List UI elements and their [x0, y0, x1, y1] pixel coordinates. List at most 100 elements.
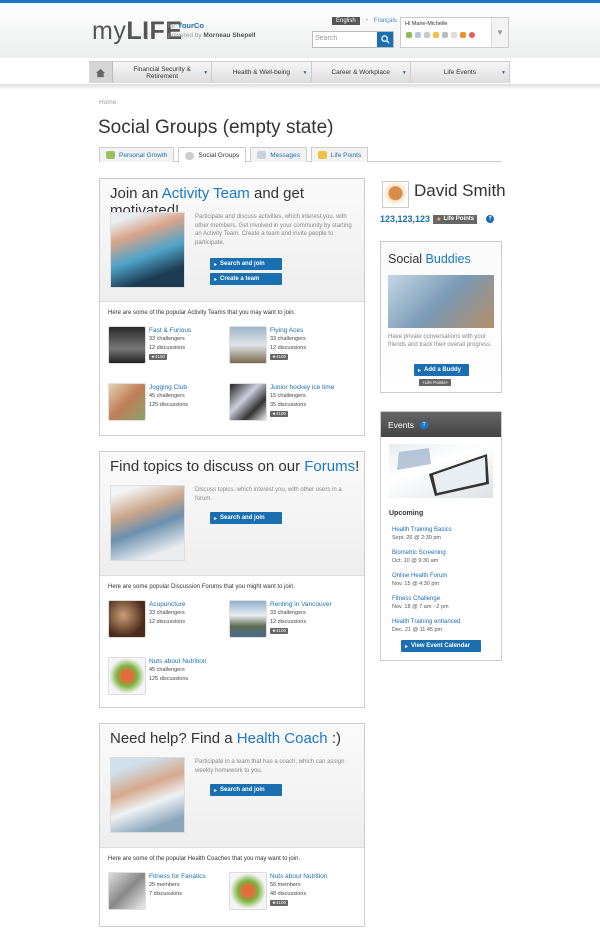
- event-item: Biometric Screening Oct. 10 @ 9:30 am: [392, 549, 446, 565]
- search-and-join-button[interactable]: ▸ Search and join: [210, 512, 282, 524]
- team-name-link[interactable]: Jogging Club: [149, 383, 188, 392]
- coach-item: Fitness for Fanatics 25 members 7 discussi…: [149, 872, 206, 899]
- forum-thumbnail[interactable]: [108, 657, 146, 695]
- event-title-link[interactable]: Health Training Basics: [392, 526, 452, 534]
- nav-label: Health & Well-being: [232, 69, 291, 76]
- card-description: Discuss topics, which interest you, with…: [195, 487, 342, 502]
- events-header: Events?: [381, 412, 501, 437]
- play-icon: ▸: [214, 276, 218, 283]
- forum-item: Nuts about Nutrition 45 challengers 125 di…: [149, 657, 206, 684]
- life-points-badge: ★ Life Points: [433, 214, 478, 224]
- coach-name-link[interactable]: Fitness for Fanatics: [149, 872, 206, 881]
- tablet-illustration: [397, 448, 489, 496]
- button-label: Add a Buddy: [424, 367, 462, 373]
- view-event-calendar-button[interactable]: ▸ View Event Calendar: [401, 640, 481, 652]
- title-part: Social: [388, 252, 426, 266]
- user-menu-toggle[interactable]: ▼: [491, 18, 508, 47]
- search-and-join-button[interactable]: ▸ Search and join: [210, 784, 282, 796]
- chevron-down-icon: ▼: [203, 70, 209, 76]
- nav-item-career[interactable]: Career & Workplace ▼: [312, 62, 411, 83]
- team-name-link[interactable]: Fast & Furious: [149, 326, 191, 335]
- title-part: Find topics to discuss on our: [110, 458, 305, 475]
- nav-label: Career & Workplace: [331, 69, 390, 76]
- card-header: Need help? Find a Health Coach :) Partic…: [100, 724, 364, 848]
- logo-text: my: [92, 17, 127, 45]
- add-buddy-button[interactable]: ▸ Add a Buddy: [414, 364, 469, 376]
- card-header: Find topics to discuss on our Forums! Di…: [100, 452, 364, 576]
- breadcrumb[interactable]: Home: [99, 99, 116, 106]
- team-thumbnail[interactable]: [108, 326, 146, 364]
- coach-name-link[interactable]: Nuts about Nutrition: [270, 872, 327, 881]
- forum-thumbnail[interactable]: [108, 600, 146, 638]
- nav-item-financial[interactable]: Financial Security & Retirement ▼: [113, 62, 213, 83]
- forum-name-link[interactable]: Acupuncture: [149, 600, 186, 609]
- event-item: Health Training Basics Sept. 26 @ 2:30 pm: [392, 526, 452, 542]
- team-thumbnail[interactable]: [229, 383, 267, 421]
- team-name-link[interactable]: Flying Aces: [270, 326, 306, 335]
- tab-personal-growth[interactable]: Personal Growth: [99, 147, 175, 162]
- event-title-link[interactable]: Fitness Challenge: [392, 595, 449, 603]
- panel-title: Events: [388, 419, 414, 430]
- leaf-icon[interactable]: [406, 32, 412, 38]
- coach-thumbnail[interactable]: [108, 872, 146, 910]
- mail-icon[interactable]: [415, 32, 421, 38]
- leaf-icon: [106, 151, 115, 159]
- lang-english[interactable]: English: [332, 17, 360, 25]
- forum-stat: 12 discussions: [149, 619, 186, 625]
- company-info: for YourCo powered by Morneau Shepell: [168, 21, 255, 40]
- home-icon: [95, 68, 106, 77]
- points-badge: ★4100: [270, 411, 289, 417]
- lang-french[interactable]: Français: [374, 18, 397, 24]
- nav-label: Life Events: [443, 69, 476, 76]
- points-value: 123,123,123: [380, 214, 431, 224]
- team-name-link[interactable]: Junior hockey ice time: [270, 383, 334, 392]
- nav-item-life-events[interactable]: Life Events ▼: [411, 62, 510, 83]
- forum-name-link[interactable]: Renting in Vancouver: [270, 600, 332, 609]
- coach-stat: 56 members: [270, 882, 301, 888]
- avatar[interactable]: [382, 181, 409, 208]
- group-icon: [185, 151, 195, 160]
- search-and-join-button[interactable]: ▸ Search and join: [210, 258, 282, 270]
- event-title-link[interactable]: Biometric Screening: [392, 549, 446, 557]
- help-icon[interactable]: ?: [420, 420, 428, 429]
- search-button[interactable]: [377, 32, 393, 47]
- event-date: Nov. 18 @ 7 am - 2 pm: [392, 604, 449, 610]
- card-title: Find topics to discuss on our Forums!: [110, 458, 359, 475]
- tab-messages[interactable]: Messages: [250, 147, 307, 162]
- help-icon[interactable]: ?: [486, 215, 495, 223]
- forum-stat: 45 challengers: [149, 667, 185, 673]
- button-label: Create a team: [220, 276, 260, 282]
- team-item: Junior hockey ice time 15 challengers 35 d…: [270, 383, 334, 419]
- team-thumbnail[interactable]: [108, 383, 146, 421]
- badge-label: Life Points: [443, 216, 475, 222]
- search-input[interactable]: Search: [313, 32, 377, 47]
- coach-thumbnail[interactable]: [229, 872, 267, 910]
- forum-name-link[interactable]: Nuts about Nutrition: [149, 657, 206, 666]
- team-thumbnail[interactable]: [229, 326, 267, 364]
- user-box: Hi Marie-Michelle ▼: [400, 17, 509, 48]
- tab-label: Social Groups: [198, 152, 240, 159]
- tab-bar: Personal Growth Social Groups Messages L…: [99, 147, 502, 163]
- points-badge: ★4100: [270, 900, 289, 906]
- nav-home[interactable]: [89, 62, 113, 83]
- document-icon[interactable]: [451, 32, 457, 38]
- team-stat: 12 discussions: [149, 345, 186, 351]
- card-title: Need help? Find a Health Coach :): [110, 730, 341, 747]
- envelope-icon: [257, 151, 267, 159]
- tab-label: Messages: [270, 151, 300, 159]
- key-icon[interactable]: [460, 32, 466, 38]
- nav-item-health[interactable]: Health & Well-being ▼: [212, 62, 312, 83]
- alert-icon[interactable]: [469, 32, 475, 38]
- tab-social-groups[interactable]: Social Groups: [178, 147, 247, 163]
- forum-thumbnail[interactable]: [229, 600, 267, 638]
- life-points-tag: +Life Points+: [419, 379, 452, 386]
- coach-stat: 7 discussions: [149, 891, 183, 897]
- event-title-link[interactable]: Health Training enhanced: [392, 618, 460, 626]
- tab-life-points[interactable]: Life Points: [310, 147, 369, 162]
- create-team-button[interactable]: ▸ Create a team: [210, 273, 282, 285]
- envelope-icon[interactable]: [424, 32, 430, 38]
- lock-icon[interactable]: [442, 32, 448, 38]
- star-icon[interactable]: [433, 32, 439, 38]
- event-title-link[interactable]: Online Health Forum: [392, 572, 447, 580]
- team-stat: 15 challengers: [270, 393, 306, 399]
